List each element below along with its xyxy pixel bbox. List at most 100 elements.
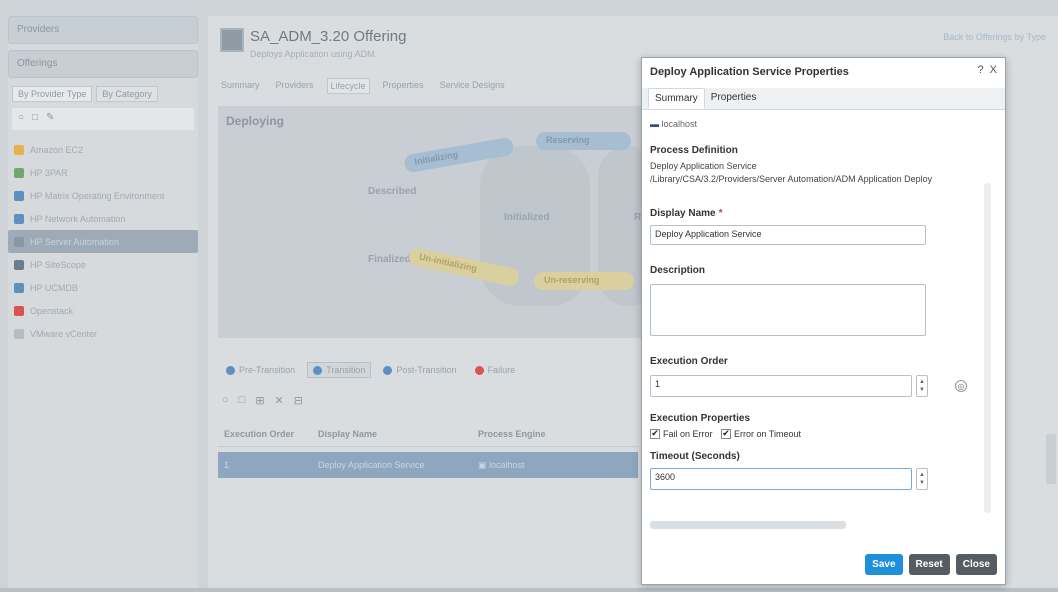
cell-display-name: Deploy Application Service <box>318 460 425 470</box>
tab-lifecycle[interactable]: Lifecycle <box>326 78 370 94</box>
edit-icon[interactable]: ⊞ <box>255 394 264 407</box>
transition-icon <box>226 365 235 375</box>
execution-order-stepper[interactable]: ▲ ▼ <box>916 375 928 397</box>
reset-button[interactable]: Reset <box>908 553 950 575</box>
edit-icon[interactable]: ✎ <box>46 112 54 126</box>
process-definition-path: /Library/CSA/3.2/Providers/Server Automa… <box>650 174 933 184</box>
dialog-tabs: Summary Properties <box>642 88 1005 110</box>
save-button[interactable]: Save <box>865 553 903 575</box>
properties-dialog: Deploy Application Service Properties ? … <box>641 57 1006 585</box>
process-definition-name: Deploy Application Service <box>650 161 757 171</box>
delete-icon[interactable]: ✕ <box>275 394 284 407</box>
execution-properties-row: ✔ Fail on Error ✔ Error on Timeout <box>650 428 980 439</box>
timeout-stepper[interactable]: ▲ ▼ <box>916 467 928 490</box>
provider-item[interactable]: VMware vCenter <box>8 322 198 345</box>
display-name-input[interactable]: Deploy Application Service <box>650 225 926 245</box>
scrollbar[interactable] <box>1046 434 1056 484</box>
tab-properties[interactable]: Properties <box>380 78 427 94</box>
dialog-tab-properties[interactable]: Properties <box>705 88 763 109</box>
subtab-pre-transition[interactable]: Pre-Transition <box>220 362 301 378</box>
providers-nav-button[interactable]: Providers <box>8 16 198 44</box>
provider-icon <box>14 144 24 155</box>
provider-icon <box>14 213 24 224</box>
provider-icon <box>14 282 24 293</box>
execution-properties-label: Execution Properties <box>650 413 751 424</box>
tab-summary[interactable]: Summary <box>218 78 263 94</box>
phase-un-reserving[interactable]: Un-reserving <box>534 272 634 290</box>
close-icon[interactable]: X <box>990 64 997 76</box>
description-textarea[interactable] <box>650 284 926 336</box>
add-icon[interactable]: ○ <box>222 394 229 407</box>
dialog-title: Deploy Application Service Properties <box>650 66 849 78</box>
transition-icon <box>474 365 484 375</box>
calendar-icon[interactable]: ⊟ <box>294 394 303 407</box>
process-definition-label: Process Definition <box>650 145 738 156</box>
help-icon[interactable]: ? <box>978 64 984 76</box>
window-bottom-bar <box>0 588 1058 592</box>
cell-execution-order: 1 <box>224 460 230 470</box>
server-icon: ▣ <box>478 459 490 470</box>
provider-item[interactable]: HP SiteScope <box>8 253 198 276</box>
dialog-horizontal-scrollbar[interactable] <box>650 521 846 529</box>
provider-item[interactable]: HP 3PAR <box>8 161 198 184</box>
tab-by-category[interactable]: By Category <box>96 86 158 102</box>
lifecycle-diagram: Deploying Described Initialized Finalize… <box>218 106 658 338</box>
engine-row: ▬ localhost <box>650 118 980 131</box>
subtab-post-transition[interactable]: Post-Transition <box>377 362 462 378</box>
provider-label: HP Server Automation <box>30 236 119 247</box>
description-label: Description <box>650 265 706 276</box>
checkbox-checked-icon: ✔ <box>721 428 732 439</box>
fail-on-error-label: Fail on Error <box>663 428 713 439</box>
copy-icon[interactable]: □ <box>32 112 38 126</box>
phase-reserving[interactable]: Reserving <box>536 132 631 150</box>
back-to-offerings-link[interactable]: Back to Offerings by Type <box>943 32 1046 42</box>
checkbox-checked-icon: ✔ <box>650 428 660 439</box>
table-row[interactable]: 1 Deploy Application Service ▣ localhost <box>218 452 638 478</box>
close-button[interactable]: Close <box>955 553 997 575</box>
provider-icon <box>14 328 24 339</box>
provider-item[interactable]: Openstack <box>8 299 198 322</box>
provider-icon <box>14 236 24 247</box>
dialog-footer: Save Reset Close <box>642 544 1005 584</box>
copy-icon[interactable]: □ <box>239 394 246 407</box>
provider-item[interactable]: HP UCMDB <box>8 276 198 299</box>
subtab-transition[interactable]: Transition <box>307 362 372 378</box>
tab-providers[interactable]: Providers <box>273 78 317 94</box>
column-header-display-name[interactable]: Display Name <box>318 429 478 439</box>
subtab-label: Post-Transition <box>396 365 457 375</box>
provider-icon <box>14 190 24 201</box>
dialog-vertical-scrollbar[interactable] <box>984 183 991 513</box>
server-icon: ▬ <box>650 119 662 129</box>
provider-label: HP UCMDB <box>30 282 78 293</box>
fail-on-error-checkbox[interactable]: ✔ Fail on Error <box>650 428 713 439</box>
dialog-tab-summary[interactable]: Summary <box>648 88 705 109</box>
subtab-label: Failure <box>487 365 516 375</box>
offerings-nav-button[interactable]: Offerings <box>8 50 198 78</box>
error-on-timeout-checkbox[interactable]: ✔ Error on Timeout <box>721 428 801 439</box>
provider-item[interactable]: HP Network Automation <box>8 207 198 230</box>
page-subtitle: Deploys Application using ADM. <box>250 49 378 59</box>
subtab-failure[interactable]: Failure <box>469 362 522 378</box>
provider-label: HP 3PAR <box>30 167 68 178</box>
column-header-execution-order[interactable]: Execution Order <box>218 429 318 439</box>
page-title: SA_ADM_3.20 Offering <box>250 28 407 45</box>
execution-order-input[interactable]: 1 <box>650 375 912 397</box>
tab-by-provider-type[interactable]: By Provider Type <box>12 86 93 102</box>
state-described[interactable]: Described <box>368 186 416 197</box>
subtab-label: Pre-Transition <box>239 365 296 375</box>
state-initialized[interactable]: Initialized <box>504 212 550 223</box>
provider-icon <box>14 259 24 270</box>
tab-service-designs[interactable]: Service Designs <box>437 78 508 94</box>
add-icon[interactable]: ○ <box>18 112 24 126</box>
transition-icon <box>313 365 323 375</box>
display-name-label-row: Display Name * <box>650 208 980 219</box>
column-header-process-engine[interactable]: Process Engine <box>478 429 638 439</box>
info-icon[interactable]: ◎ <box>955 380 967 392</box>
cell-process-engine: ▣ localhost <box>478 460 638 471</box>
provider-item[interactable]: HP Matrix Operating Environment <box>8 184 198 207</box>
provider-item[interactable]: HP Server Automation <box>8 230 198 253</box>
provider-item[interactable]: Amazon EC2 <box>8 138 198 161</box>
timeout-input[interactable]: 3600 <box>650 467 912 490</box>
state-finalized[interactable]: Finalized <box>368 254 411 265</box>
required-mark: * <box>718 208 723 219</box>
